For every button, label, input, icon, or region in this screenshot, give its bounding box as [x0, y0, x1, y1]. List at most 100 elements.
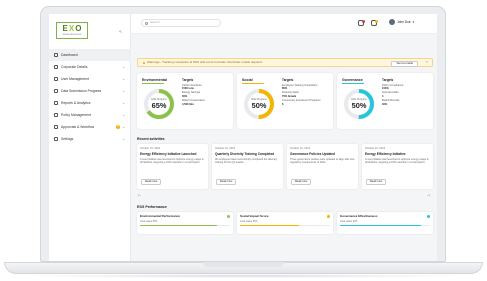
activity-description: A new initiative was launched to optimiz…	[140, 157, 204, 164]
laptop-shadow	[20, 274, 467, 278]
activity-description: Three governance policies were updated t…	[290, 157, 355, 164]
sidebar-item-label: Corporate Details	[61, 64, 88, 69]
target-value: 6	[282, 102, 284, 106]
activity-description: A new initiative was launched to optimiz…	[365, 157, 429, 164]
performance-title: Environmental Performance	[140, 214, 181, 218]
recent-activities-title: Recent activities	[137, 137, 165, 141]
targets-list: Targets Carbon Emission 1500 tons Energy Sa…	[182, 78, 227, 106]
activity-title: Energy Efficiency Initiative	[365, 152, 406, 157]
target-value: 100%	[382, 86, 389, 90]
performance-card: Governance Effectiveness Goal status 90%	[337, 212, 433, 234]
performance-progress-fill	[140, 224, 217, 227]
warning-icon	[143, 61, 145, 64]
activity-date: October 10, 2024	[215, 147, 236, 150]
sidebar-item-dashboard[interactable]: Dashboard	[49, 49, 131, 61]
performance-goal-status: Goal status 90%	[340, 220, 358, 224]
search-placeholder: Search	[150, 20, 160, 25]
logo-letter-x: X	[68, 23, 75, 33]
search-input[interactable]: Search	[141, 19, 221, 27]
performance-goal-status: Goal status 85%	[140, 220, 158, 224]
chevron-down-icon: ⌄	[122, 112, 125, 117]
sidebar-nav: Dashboard Corporate Details ⌄ User Manageme…	[49, 49, 131, 145]
activity-card: October 15, 2024 Energy Efficiency Initia…	[362, 144, 433, 189]
sidebar-item-policy-management[interactable]: Policy Management ⌄	[49, 109, 131, 121]
app-logo[interactable]: E X O EXCELLENCE IN ESG	[56, 22, 88, 39]
targets-heading: Targets	[382, 78, 394, 82]
sidebar-item-data-submission-progress[interactable]: Data Submission Progress ⌄	[49, 85, 131, 97]
read-more-button[interactable]: Read more	[216, 178, 237, 185]
sidebar-item-user-management[interactable]: User Management ⌄	[49, 73, 131, 85]
activity-card: October 15, 2024 Energy Efficiency Initia…	[137, 144, 208, 189]
sidebar-item-label: User Management	[61, 76, 89, 81]
notification-bell-icon[interactable]: 2	[358, 19, 365, 26]
chevron-down-icon: ⌄	[122, 64, 125, 69]
check-icon	[54, 125, 58, 129]
collapse-sidebar-icon[interactable]: «	[119, 29, 122, 35]
card-title: Governance	[342, 78, 363, 82]
notification-count-badge: 2	[361, 19, 365, 23]
card-accent-bar	[142, 83, 164, 84]
close-icon[interactable]: ✕	[425, 60, 428, 65]
read-more-button[interactable]: Read more	[366, 178, 387, 185]
chevron-down-icon: ⌄	[122, 136, 125, 141]
sidebar-item-approvals-workflow[interactable]: Approvals & Workflow 3 ⌄	[49, 121, 131, 133]
read-more-button[interactable]: Read more	[291, 178, 312, 185]
user-menu[interactable]: John Doe ▾	[389, 19, 414, 25]
arrow-right-icon[interactable]: →	[426, 192, 431, 198]
target-value: 4	[382, 94, 384, 98]
gauge-percent: 65%	[151, 100, 167, 110]
send-emails-button[interactable]: Send emails	[391, 60, 418, 68]
target-value: 70% female	[282, 94, 297, 98]
esg-performance-list: Environmental Performance Goal status 85%…	[137, 212, 433, 234]
card-title: Environmental	[142, 78, 167, 82]
sidebar-item-label: Reports & Analytics	[61, 100, 91, 105]
sidebar-item-label: Approvals & Workflow	[61, 124, 95, 129]
grid-icon	[54, 53, 58, 57]
sidebar-item-label: Settings	[61, 136, 74, 141]
carousel-controls: ← →	[137, 192, 433, 198]
target-value: 1500 tons	[182, 86, 194, 90]
logo-letters: E X O	[63, 23, 82, 33]
performance-progress-bar	[340, 224, 430, 227]
performance-goal-status: Goal status 65%	[240, 220, 258, 224]
sidebar-item-settings[interactable]: Settings ⌄	[49, 133, 131, 145]
read-more-button[interactable]: Read more	[141, 178, 162, 185]
status-indicator-icon	[427, 215, 430, 218]
target-value: 30%	[182, 94, 188, 98]
chevron-down-icon: ▾	[412, 20, 415, 24]
user-name: John Doe	[397, 20, 411, 24]
performance-card: Environmental Performance Goal status 85%	[137, 212, 233, 234]
users-icon	[54, 77, 58, 81]
target-value: 85%	[282, 86, 288, 90]
alert-icon[interactable]: 3	[371, 19, 378, 26]
esg-card-environmental: Environmental ESG Progress 65% Targets Carbo…	[137, 73, 233, 129]
chevron-down-icon: ⌄	[122, 76, 125, 81]
performance-progress-bar	[240, 224, 330, 227]
arrow-left-icon[interactable]: ←	[137, 192, 142, 198]
performance-progress-bar	[140, 224, 230, 227]
gauge-percent: 50%	[351, 100, 367, 110]
performance-title: Governance Effectiveness	[340, 214, 378, 218]
app-screen: E X O EXCELLENCE IN ESG « Dashboard Corpo…	[49, 14, 437, 261]
recent-activities-list: October 15, 2024 Energy Efficiency Initia…	[137, 144, 433, 189]
status-indicator-icon	[327, 215, 330, 218]
sidebar-item-label: Data Submission Progress	[61, 88, 102, 93]
analytics-icon	[54, 101, 58, 105]
laptop-notch	[203, 262, 284, 267]
sidebar-item-badge: 3	[115, 125, 120, 129]
sidebar-item-reports-analytics[interactable]: Reports & Analytics ⌄	[49, 97, 131, 109]
gauge-label: ESG Progress 65%	[143, 88, 175, 120]
chevron-down-icon: ⌄	[122, 88, 125, 93]
activity-date: October 15, 2024	[140, 147, 161, 150]
target-value: 40%	[382, 102, 388, 106]
esg-performance-title: ESG Performance	[137, 205, 167, 209]
card-accent-bar	[342, 83, 364, 84]
gauge-label: ESG Progress 50%	[243, 88, 275, 120]
sidebar-item-corporate-details[interactable]: Corporate Details ⌄	[49, 61, 131, 73]
card-title: Social	[242, 78, 253, 82]
performance-progress-fill	[340, 224, 421, 227]
performance-title: Social Impact Score	[240, 214, 269, 218]
chevron-down-icon: ⌄	[122, 124, 125, 129]
target-value: 4,500 litre	[182, 102, 194, 106]
targets-list: Targets Employee Training Completion 85% Di…	[282, 78, 327, 106]
